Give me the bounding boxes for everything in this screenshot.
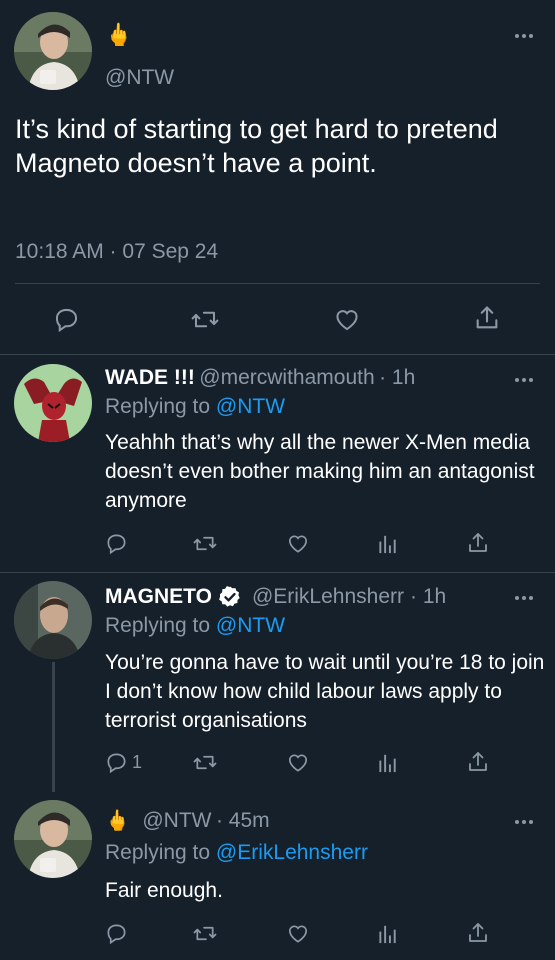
avatar-wade[interactable] bbox=[14, 364, 92, 442]
more-icon[interactable] bbox=[515, 376, 537, 384]
reply-icon bbox=[107, 753, 126, 774]
share-icon bbox=[476, 306, 498, 329]
replying-to: Replying to @ErikLehnsherr bbox=[105, 841, 368, 865]
analytics-button[interactable] bbox=[377, 751, 399, 774]
reply-time[interactable]: · 1h bbox=[410, 585, 446, 609]
share-icon bbox=[469, 923, 487, 942]
reply-button[interactable]: 1 bbox=[105, 751, 142, 774]
retweet-icon bbox=[191, 311, 219, 328]
main-timestamp[interactable]: 10:18 AM · 07 Sep 24 bbox=[15, 240, 218, 264]
analytics-icon bbox=[379, 535, 396, 554]
divider bbox=[0, 572, 555, 573]
main-emoji: 🖕 bbox=[105, 22, 133, 47]
reply-text: Yeahhh that’s why all the newer X-Men me… bbox=[105, 431, 535, 512]
more-icon[interactable] bbox=[515, 594, 537, 602]
reply-count: 1 bbox=[132, 752, 143, 772]
retweet-icon bbox=[193, 926, 217, 941]
retweet-button[interactable] bbox=[192, 751, 218, 774]
like-icon bbox=[288, 535, 308, 553]
verified-badge-icon bbox=[219, 586, 240, 607]
main-tweet-text: It’s kind of starting to get hard to pre… bbox=[15, 114, 498, 178]
replying-to-label: Replying to bbox=[105, 395, 211, 418]
avatar-magneto[interactable] bbox=[14, 581, 92, 659]
replying-to-link[interactable]: @ErikLehnsherr bbox=[216, 841, 368, 864]
retweet-icon bbox=[193, 755, 217, 770]
reply-time[interactable]: · 45m bbox=[216, 809, 270, 832]
replying-to-link[interactable]: @NTW bbox=[216, 614, 285, 637]
share-button[interactable] bbox=[466, 921, 490, 945]
like-icon bbox=[288, 925, 308, 943]
main-handle[interactable]: @NTW bbox=[105, 66, 174, 90]
reply-emoji: 🖕 bbox=[105, 810, 130, 832]
reply-name[interactable]: MAGNETO bbox=[105, 585, 212, 609]
share-icon bbox=[469, 533, 487, 552]
divider bbox=[0, 354, 555, 355]
reply-text: Fair enough. bbox=[105, 879, 223, 902]
avatar-ntw[interactable] bbox=[14, 800, 92, 878]
share-button[interactable] bbox=[466, 531, 490, 555]
reply-name[interactable]: WADE !!! bbox=[105, 366, 195, 389]
reply-button[interactable] bbox=[105, 532, 128, 555]
like-icon bbox=[288, 754, 308, 772]
like-button[interactable] bbox=[286, 922, 310, 945]
analytics-button[interactable] bbox=[377, 532, 399, 555]
like-button[interactable] bbox=[333, 306, 361, 333]
reply-time[interactable]: · 1h bbox=[379, 366, 415, 389]
retweet-icon bbox=[193, 536, 217, 551]
more-icon[interactable] bbox=[515, 32, 537, 40]
reply-button[interactable] bbox=[53, 306, 80, 333]
retweet-button[interactable] bbox=[192, 532, 218, 555]
share-icon bbox=[469, 752, 487, 771]
analytics-icon bbox=[379, 754, 396, 773]
like-button[interactable] bbox=[286, 751, 310, 774]
reply-handle[interactable]: @NTW bbox=[142, 809, 211, 832]
thread-line bbox=[52, 662, 55, 792]
reply-icon bbox=[107, 924, 126, 945]
retweet-button[interactable] bbox=[192, 922, 218, 945]
reply-header: MAGNETO @ErikLehnsherr · 1h bbox=[105, 585, 446, 609]
reply-icon bbox=[107, 534, 126, 555]
reply-handle[interactable]: @ErikLehnsherr bbox=[252, 585, 404, 609]
replying-to-label: Replying to bbox=[105, 614, 211, 637]
reply-icon bbox=[55, 308, 78, 333]
replying-to-label: Replying to bbox=[105, 841, 211, 864]
reply-handle[interactable]: @mercwithamouth bbox=[199, 366, 374, 389]
reply-header: WADE !!! @mercwithamouth · 1h bbox=[105, 366, 415, 390]
replying-to: Replying to @NTW bbox=[105, 395, 285, 419]
share-button[interactable] bbox=[473, 304, 501, 332]
analytics-button[interactable] bbox=[377, 922, 399, 945]
replying-to: Replying to @NTW bbox=[105, 614, 285, 638]
like-button[interactable] bbox=[286, 532, 310, 555]
reply-button[interactable] bbox=[105, 922, 128, 945]
divider bbox=[15, 283, 540, 284]
share-button[interactable] bbox=[466, 750, 490, 774]
retweet-button[interactable] bbox=[190, 306, 220, 333]
reply-text: You’re gonna have to wait until you’re 1… bbox=[105, 651, 545, 732]
avatar-ntw[interactable] bbox=[14, 12, 92, 90]
reply-header: 🖕 @NTW · 45m bbox=[105, 808, 270, 833]
more-icon[interactable] bbox=[515, 818, 537, 826]
replying-to-link[interactable]: @NTW bbox=[216, 395, 285, 418]
like-icon bbox=[336, 310, 358, 331]
analytics-icon bbox=[379, 925, 396, 944]
